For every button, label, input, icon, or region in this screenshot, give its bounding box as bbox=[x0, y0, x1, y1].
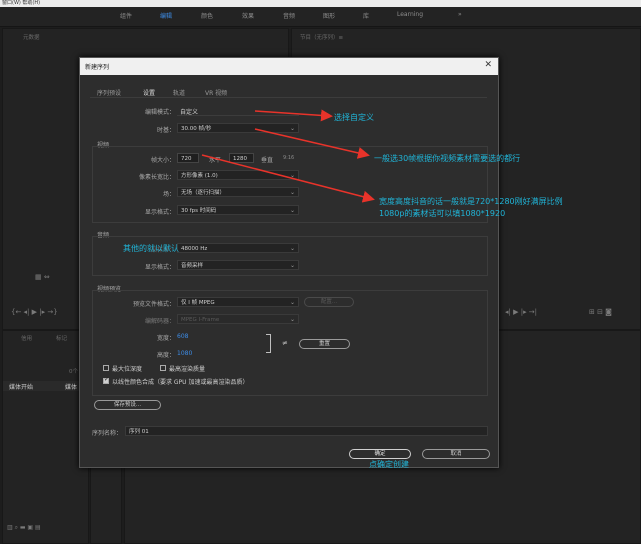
arrow-timebase bbox=[254, 128, 370, 159]
arrow-edit-mode bbox=[254, 109, 333, 122]
annotation-others-default: 其他的就以默认 bbox=[123, 244, 179, 253]
annotation-ok: 点确定创建 bbox=[369, 460, 409, 469]
annotation-timebase: 一般选30帧根据你视频素材需要选的都行 bbox=[374, 154, 521, 163]
arrow-frame-size bbox=[201, 154, 375, 203]
annotation-choose-custom: 选择自定义 bbox=[334, 113, 374, 122]
annotation-size-1: 宽度高度抖音的话一般就是720*1280刚好满屏比例 bbox=[379, 197, 563, 206]
annotation-arrows bbox=[201, 109, 375, 203]
annotation-size-2: 1080p的素材话可以填1080*1920 bbox=[379, 209, 506, 218]
